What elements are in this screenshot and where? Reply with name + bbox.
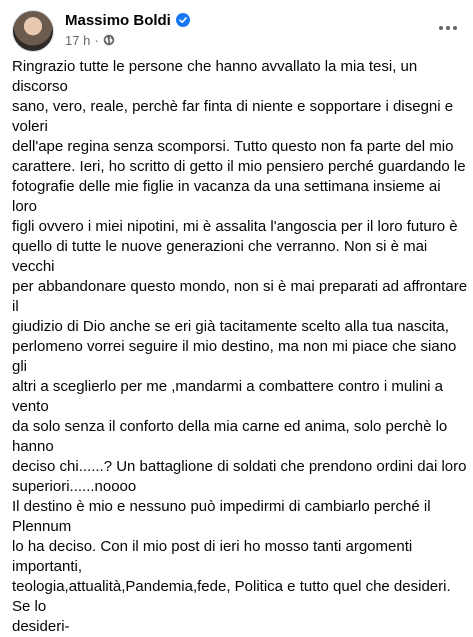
verified-badge-icon [175, 13, 190, 27]
meta-separator: · [94, 32, 99, 48]
post-paragraph: Ringrazio tutte le persone che hanno avv… [12, 58, 468, 495]
more-dot [446, 26, 450, 30]
more-options-icon[interactable] [436, 18, 460, 38]
post-meta: 17 h · [65, 32, 115, 48]
more-dot [439, 26, 443, 30]
author-name[interactable]: Massimo Boldi [65, 12, 171, 29]
more-dot [453, 26, 457, 30]
facebook-post: Massimo Boldi 17 h · Ringrazio tutte le … [0, 0, 473, 635]
author-name-row: Massimo Boldi [65, 10, 190, 30]
post-paragraph: Il destino è mio e nessuno può impedirmi… [12, 498, 451, 635]
post-header: Massimo Boldi 17 h · [12, 8, 473, 52]
post-body: Ringrazio tutte le persone che hanno avv… [12, 57, 468, 637]
globe-icon[interactable] [103, 34, 115, 46]
author-avatar[interactable] [12, 10, 54, 52]
post-time[interactable]: 17 h [65, 33, 90, 48]
